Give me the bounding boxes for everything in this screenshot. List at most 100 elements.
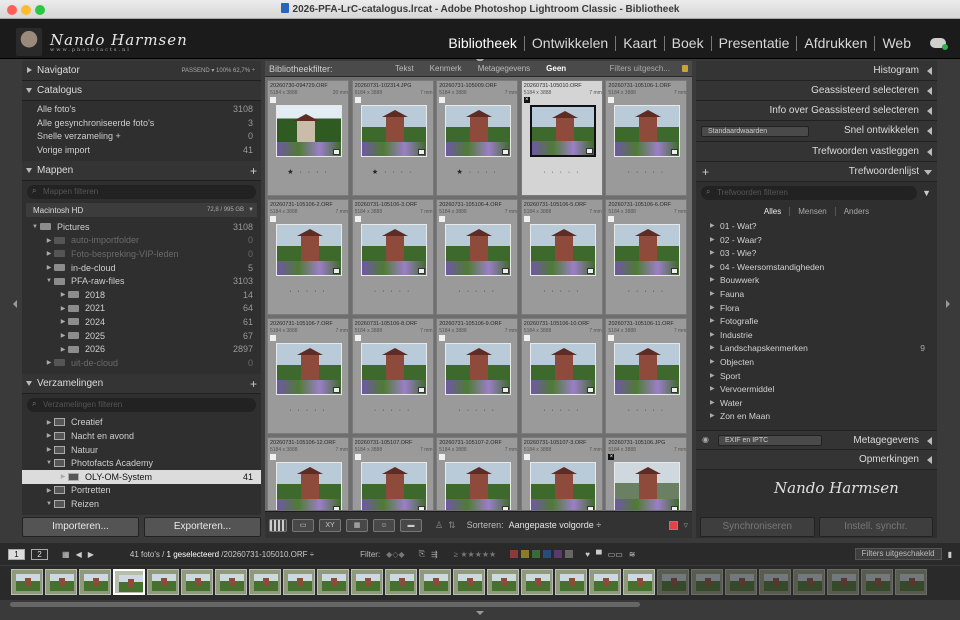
keyword-item[interactable]: ▶ Water (696, 397, 937, 411)
folder-item[interactable]: ▼ PFA-raw-files 3103 (22, 274, 261, 288)
folder-item[interactable]: ▶ 2024 61 (22, 315, 261, 329)
grid-cell[interactable]: 20260731-105106-7.ORF 5184 x 3888 7 mm · · … (267, 318, 349, 434)
collapsed-icon[interactable]: ▶ (58, 473, 68, 480)
flag-icon[interactable] (439, 97, 446, 103)
filter-option-kenmerk[interactable]: Kenmerk (422, 64, 470, 73)
metadata-header[interactable]: Metagegevens (853, 431, 937, 451)
photo-thumbnail[interactable] (529, 343, 596, 395)
collapsed-icon[interactable]: ▶ (58, 346, 68, 353)
navigator-header[interactable]: Navigator PASSEND ▾ 100% 62,7% ÷ (22, 61, 261, 81)
expand-icon[interactable]: ▶ (710, 397, 720, 411)
collection-item[interactable]: ▼ Photofacts Academy (22, 456, 261, 470)
expand-icon[interactable]: ▶ (710, 356, 720, 370)
add-folder-icon[interactable]: + (250, 161, 257, 181)
keyword-filter-menu-icon[interactable]: ▼ (922, 188, 931, 198)
rating-filter-icon[interactable]: ≥ ★★★★★ (454, 550, 496, 559)
collapsed-icon[interactable]: ▶ (58, 318, 68, 325)
photo-thumbnail[interactable] (276, 224, 342, 276)
star-rating[interactable]: · · · · · (522, 407, 602, 414)
photo-thumbnail[interactable] (445, 462, 512, 510)
grid-cell[interactable]: 20260731-105106-11.ORF 5184 x 3888 7 mm · ·… (605, 318, 688, 434)
stack-icon[interactable]: ≋ (629, 550, 636, 559)
expand-icon[interactable]: ▼ (44, 501, 54, 507)
folder-item[interactable]: ▶ 2018 14 (22, 288, 261, 302)
compare-view-icon[interactable]: XY (319, 518, 341, 532)
expand-icon[interactable]: ▼ (44, 460, 54, 466)
collapsed-icon[interactable]: ▶ (44, 237, 54, 244)
filmstrip-thumbnail[interactable] (147, 569, 179, 595)
navigator-zoom-options[interactable]: PASSEND ▾ 100% 62,7% ÷ (181, 61, 255, 81)
lock-icon[interactable] (682, 65, 688, 72)
flag-icon[interactable] (354, 216, 361, 222)
grid-cell[interactable]: 20260731-105107-2.ORF 5184 x 3888 7 mm (436, 437, 519, 510)
keyword-item[interactable]: ▶ 03 - Wie? (696, 247, 937, 261)
folder-item[interactable]: ▶ Foto-bespreking-VIP-leden 0 (22, 247, 261, 261)
flag-icon[interactable] (523, 335, 530, 341)
filmstrip-thumbnail[interactable] (691, 569, 723, 595)
keyword-item[interactable]: ▶ Fauna (696, 288, 937, 302)
catalog-header[interactable]: Catalogus (22, 81, 261, 101)
expanded-icon[interactable]: ▼ (44, 278, 54, 284)
folders-header[interactable]: Mappen + (22, 161, 261, 181)
expand-icon[interactable]: ▶ (710, 288, 720, 302)
flag-icon[interactable] (608, 97, 615, 103)
filmstrip-thumbnail[interactable] (589, 569, 621, 595)
assisted-select-info-header[interactable]: Info over Geassisteerd selecteren (696, 101, 937, 121)
grid-cell[interactable]: 20260731-105106-2.ORF 5184 x 3888 7 mm · · … (267, 199, 349, 315)
grid-cell[interactable]: 20260731-105106-5.ORF 5184 x 3888 7 mm · · … (520, 199, 603, 315)
collapse-right-panel-icon[interactable] (946, 300, 950, 308)
photo-thumbnail[interactable] (529, 462, 596, 510)
grid-cell[interactable]: 20260731-105106-1.ORF 5184 x 3888 7 mm · · … (605, 80, 688, 196)
favorite-icon[interactable]: ♥ (585, 550, 590, 559)
histogram-header[interactable]: Histogram (696, 61, 937, 81)
grid-cell[interactable]: 20260731-105106-3.ORF 5184 x 3888 7 mm · · … (351, 199, 434, 315)
photo-thumbnail[interactable] (614, 462, 681, 510)
grid-cell[interactable]: 20260731-105106-6.ORF 5184 x 3888 7 mm · · … (605, 199, 688, 315)
grid-cell[interactable]: 20260731-105009.ORF 5184 x 3888 7 mm ★ · · … (436, 80, 519, 196)
folder-item[interactable]: ▼ Pictures 3108 (22, 220, 261, 234)
filmstrip-thumbnail[interactable] (385, 569, 417, 595)
folder-item[interactable]: ▶ 2026 2897 (22, 342, 261, 356)
star-rating[interactable]: · · · · · (437, 407, 517, 414)
color-label-swatch[interactable] (669, 520, 679, 530)
photo-thumbnail[interactable] (445, 343, 512, 395)
keyword-item[interactable]: ▶ 04 - Weersomstandigheden (696, 261, 937, 275)
catalog-item[interactable]: Vorige import 41 (22, 144, 261, 158)
filter-lock-icon[interactable]: ▮ (948, 550, 952, 559)
forward-arrow-icon[interactable]: ▶ (88, 550, 94, 559)
star-rating[interactable]: · · · · · (268, 407, 348, 414)
virtual-copy-filter-icon[interactable]: ⎘ (419, 549, 425, 559)
close-window-button[interactable] (7, 5, 17, 15)
grid-shortcut-icon[interactable]: ▦ (62, 550, 70, 559)
star-rating[interactable]: · · · · · (268, 288, 348, 295)
module-boek[interactable]: Boek (665, 36, 712, 51)
folder-item[interactable]: ▶ 2021 64 (22, 302, 261, 316)
expand-icon[interactable]: ▶ (710, 220, 720, 234)
keyword-item[interactable]: ▶ Vervoermiddel (696, 383, 937, 397)
flag-icon[interactable] (270, 335, 276, 341)
collapsed-icon[interactable]: ▶ (58, 291, 68, 298)
flag-icon[interactable] (270, 454, 276, 460)
star-rating[interactable]: · · · · · (437, 288, 517, 295)
filmstrip-thumbnail[interactable] (555, 569, 587, 595)
expand-icon[interactable]: ▶ (710, 274, 720, 288)
folder-item[interactable]: ▶ 2025 67 (22, 329, 261, 343)
grid-cell[interactable]: 20260731-105106-10.ORF 5184 x 3888 7 mm · ·… (520, 318, 603, 434)
grid-cell[interactable]: 20260731-105106-4.ORF 5184 x 3888 7 mm · · … (436, 199, 519, 315)
module-presentatie[interactable]: Presentatie (712, 36, 798, 51)
flag-icon[interactable] (608, 335, 615, 341)
sort-direction-icon[interactable]: ⇅ (448, 520, 456, 531)
grid-cell[interactable]: 20260731-105107.ORF 5184 x 3888 7 mm (351, 437, 434, 510)
expand-icon[interactable]: ▶ (710, 234, 720, 248)
photo-thumbnail[interactable] (614, 343, 681, 395)
expand-icon[interactable]: ▶ (710, 329, 720, 343)
photo-thumbnail[interactable] (276, 462, 342, 510)
expand-icon[interactable]: ▶ (44, 432, 54, 439)
expand-icon[interactable]: ▶ (710, 315, 720, 329)
module-bibliotheek[interactable]: Bibliotheek (441, 36, 525, 51)
keyword-tab-alles[interactable]: Alles (756, 207, 791, 216)
synchronize-button[interactable]: Synchroniseren (700, 517, 815, 537)
flag-icon[interactable] (439, 454, 446, 460)
flag-icon[interactable] (523, 216, 530, 222)
filter-option-metagegevens[interactable]: Metagegevens (470, 64, 538, 73)
